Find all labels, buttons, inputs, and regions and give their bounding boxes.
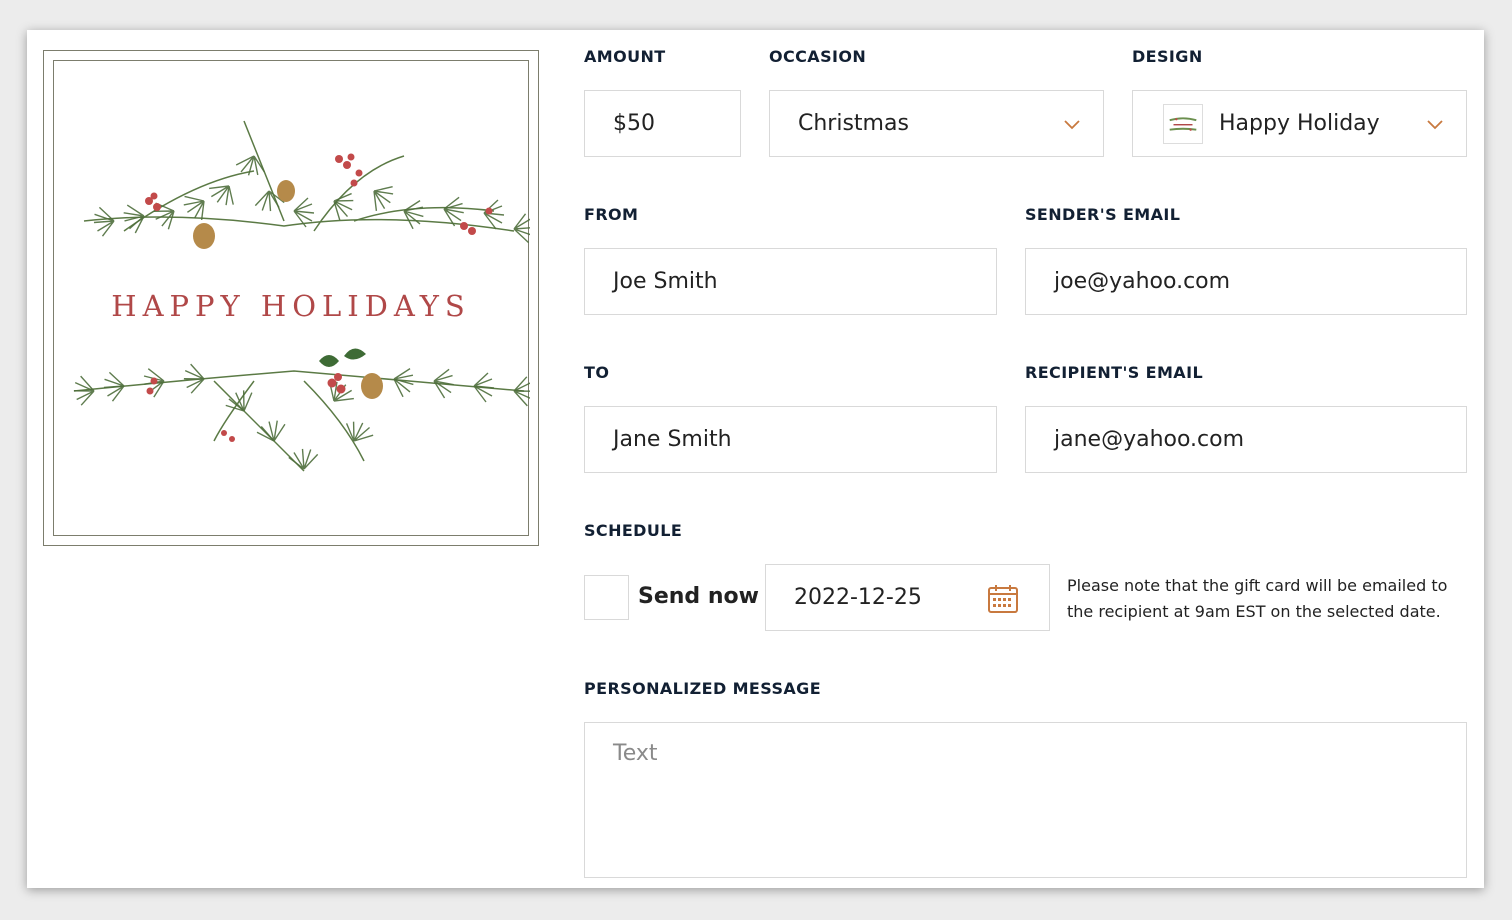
design-label: DESIGN bbox=[1132, 47, 1203, 66]
recipient-email-input[interactable]: jane@yahoo.com bbox=[1025, 406, 1467, 473]
schedule-date-input[interactable]: 2022-12-25 bbox=[765, 564, 1050, 631]
recipient-email-label: RECIPIENT'S EMAIL bbox=[1025, 363, 1204, 382]
from-value: Joe Smith bbox=[613, 269, 718, 294]
sender-email-input[interactable]: joe@yahoo.com bbox=[1025, 248, 1467, 315]
design-value: Happy Holiday bbox=[1219, 111, 1380, 136]
occasion-value: Christmas bbox=[798, 111, 909, 136]
card-preview: HAPPY HOLIDAYS bbox=[43, 50, 539, 546]
amount-label: AMOUNT bbox=[584, 47, 666, 66]
occasion-select[interactable]: Christmas bbox=[769, 90, 1104, 157]
card-title: HAPPY HOLIDAYS bbox=[111, 289, 471, 323]
chevron-down-icon bbox=[1427, 120, 1443, 130]
occasion-label: OCCASION bbox=[769, 47, 867, 66]
sender-email-value: joe@yahoo.com bbox=[1054, 269, 1231, 294]
calendar-icon[interactable] bbox=[987, 583, 1019, 615]
to-value: Jane Smith bbox=[613, 427, 732, 452]
message-textarea[interactable]: Text bbox=[584, 722, 1467, 878]
to-input[interactable]: Jane Smith bbox=[584, 406, 997, 473]
schedule-note: Please note that the gift card will be e… bbox=[1067, 576, 1448, 621]
send-now-label[interactable]: Send now bbox=[638, 584, 759, 609]
to-label: TO bbox=[584, 363, 610, 382]
recipient-email-value: jane@yahoo.com bbox=[1054, 427, 1245, 452]
sender-email-label: SENDER'S EMAIL bbox=[1025, 205, 1181, 224]
message-label: PERSONALIZED MESSAGE bbox=[584, 679, 822, 698]
send-now-checkbox[interactable] bbox=[584, 575, 629, 620]
card-preview-inner-border: HAPPY HOLIDAYS bbox=[53, 60, 530, 536]
from-input[interactable]: Joe Smith bbox=[584, 248, 997, 315]
gift-card-form-window: HAPPY HOLIDAYS AMOUNT OCCASION DESIGN $5… bbox=[27, 30, 1484, 888]
schedule-date-value: 2022-12-25 bbox=[794, 585, 922, 610]
schedule-label: SCHEDULE bbox=[584, 521, 683, 540]
design-thumbnail-icon bbox=[1163, 103, 1203, 144]
chevron-down-icon bbox=[1064, 120, 1080, 130]
amount-input[interactable]: $50 bbox=[584, 90, 741, 157]
from-label: FROM bbox=[584, 205, 639, 224]
amount-value: $50 bbox=[613, 111, 655, 136]
design-select[interactable]: Happy Holiday bbox=[1132, 90, 1467, 157]
